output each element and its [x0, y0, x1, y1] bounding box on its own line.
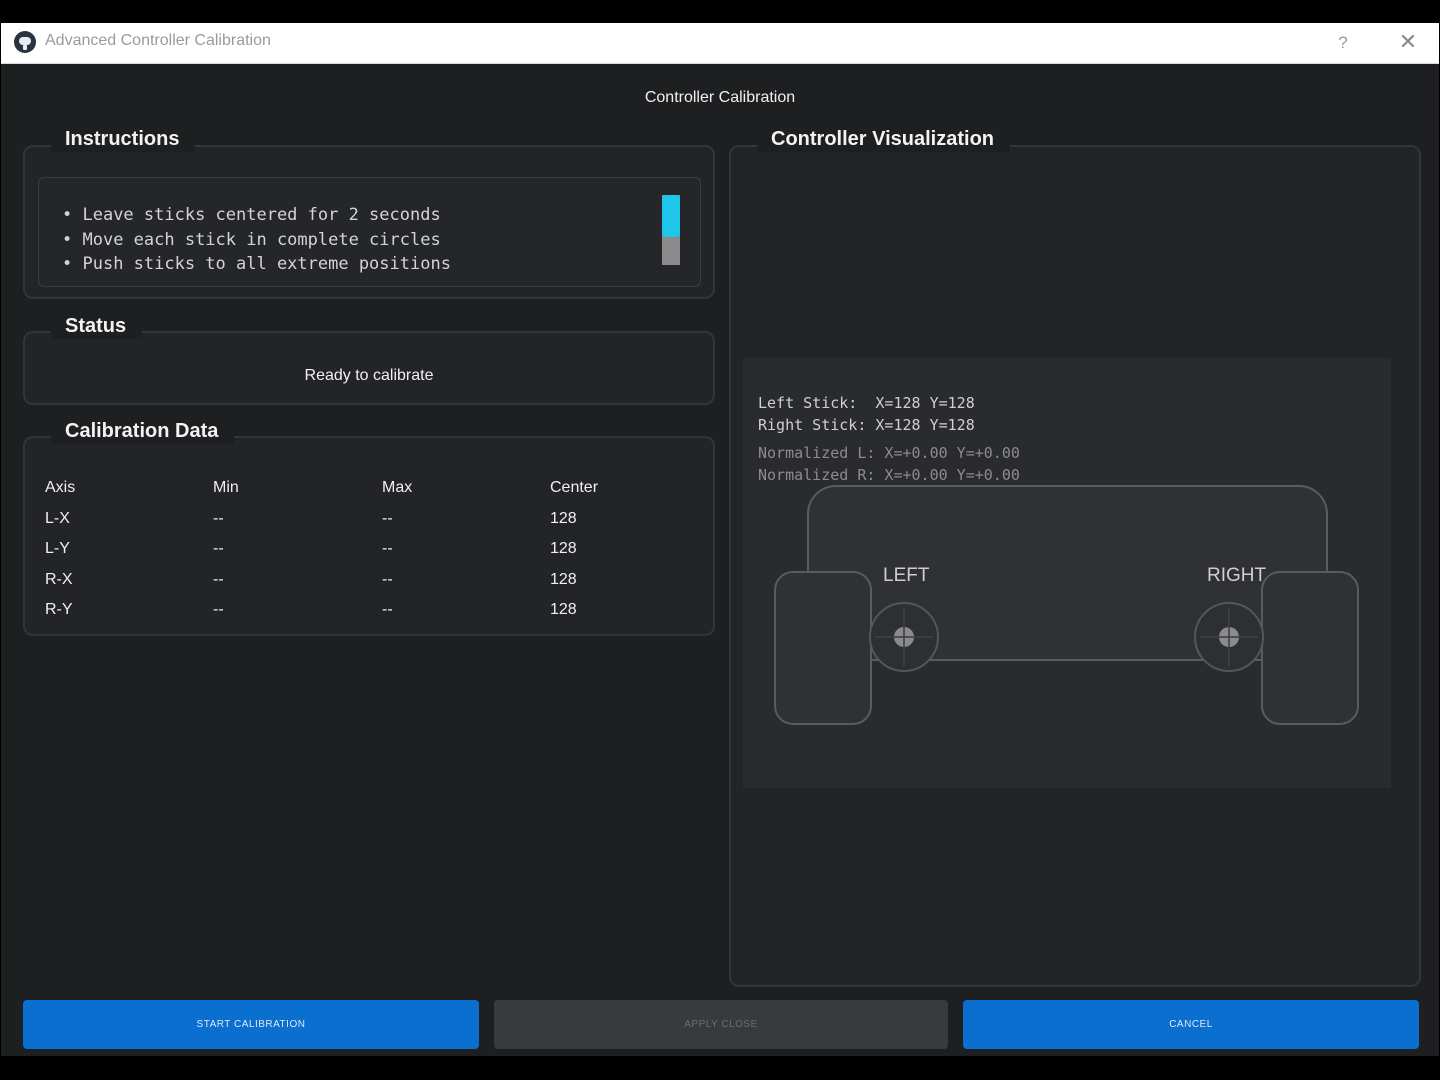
- cell-axis: R-X: [45, 570, 73, 588]
- table-row: R-X -- -- 128: [45, 570, 685, 601]
- table-row: L-Y -- -- 128: [45, 539, 685, 570]
- header-max: Max: [382, 479, 413, 496]
- cell-center: 128: [550, 601, 577, 618]
- left-grip: [774, 571, 872, 725]
- header-axis: Axis: [45, 479, 76, 496]
- instructions-list: Leave sticks centered for 2 seconds Move…: [62, 203, 451, 277]
- right-stick: [1194, 602, 1264, 672]
- cell-min: --: [213, 509, 224, 527]
- instructions-scrollbar-thumb[interactable]: [662, 195, 680, 237]
- instructions-title: Instructions: [51, 126, 196, 152]
- right-label: RIGHT: [1207, 565, 1267, 586]
- instruction-item: Leave sticks centered for 2 seconds: [62, 203, 451, 228]
- controller-app-icon: [14, 31, 36, 53]
- cell-max: --: [382, 570, 393, 588]
- page-title: Controller Calibration: [644, 89, 796, 106]
- start-calibration-button[interactable]: START CALIBRATION: [23, 1000, 479, 1049]
- calibration-table: Axis Min Max Center L-X -- -- 128 L-Y --…: [45, 478, 685, 631]
- calibration-window: Advanced Controller Calibration ? ✕ Cont…: [1, 23, 1439, 1056]
- cell-center: 128: [550, 540, 577, 557]
- calibration-title: Calibration Data: [51, 418, 235, 444]
- controller-visualization: Left Stick: X=128 Y=128 Right Stick: X=1…: [743, 358, 1391, 788]
- header-min: Min: [213, 479, 239, 496]
- cell-axis: R-Y: [45, 601, 73, 618]
- instructions-textbox[interactable]: Leave sticks centered for 2 seconds Move…: [38, 177, 701, 287]
- status-title: Status: [51, 313, 143, 339]
- cell-axis: L-Y: [45, 540, 70, 557]
- header-center: Center: [550, 479, 599, 496]
- left-stick: [869, 602, 939, 672]
- status-text: Ready to calibrate: [304, 367, 434, 384]
- cell-center: 128: [550, 570, 577, 588]
- table-row: L-X -- -- 128: [45, 509, 685, 540]
- title-bar: Advanced Controller Calibration ? ✕: [1, 23, 1439, 64]
- cell-max: --: [382, 540, 393, 557]
- cell-center: 128: [550, 509, 577, 527]
- close-button[interactable]: ✕: [1393, 29, 1423, 57]
- table-row: R-Y -- -- 128: [45, 600, 685, 631]
- instruction-item: Push sticks to all extreme positions: [62, 252, 450, 277]
- apply-close-button[interactable]: APPLY CLOSE: [494, 1000, 948, 1049]
- visualization-title: Controller Visualization: [757, 126, 1010, 152]
- cell-max: --: [382, 509, 393, 527]
- instruction-item: Move each stick in complete circles: [62, 228, 451, 253]
- cell-axis: L-X: [45, 509, 70, 527]
- right-grip: [1261, 571, 1359, 725]
- table-header-row: Axis Min Max Center: [45, 478, 685, 509]
- controller-diagram: LEFT RIGHT: [774, 485, 1359, 725]
- cancel-button[interactable]: CANCEL: [963, 1000, 1419, 1049]
- cell-min: --: [213, 570, 224, 588]
- window-title: Advanced Controller Calibration: [45, 32, 271, 49]
- help-button[interactable]: ?: [1329, 29, 1357, 57]
- cell-min: --: [213, 601, 224, 618]
- cell-min: --: [213, 540, 224, 557]
- cell-max: --: [382, 601, 393, 618]
- left-label: LEFT: [883, 565, 930, 586]
